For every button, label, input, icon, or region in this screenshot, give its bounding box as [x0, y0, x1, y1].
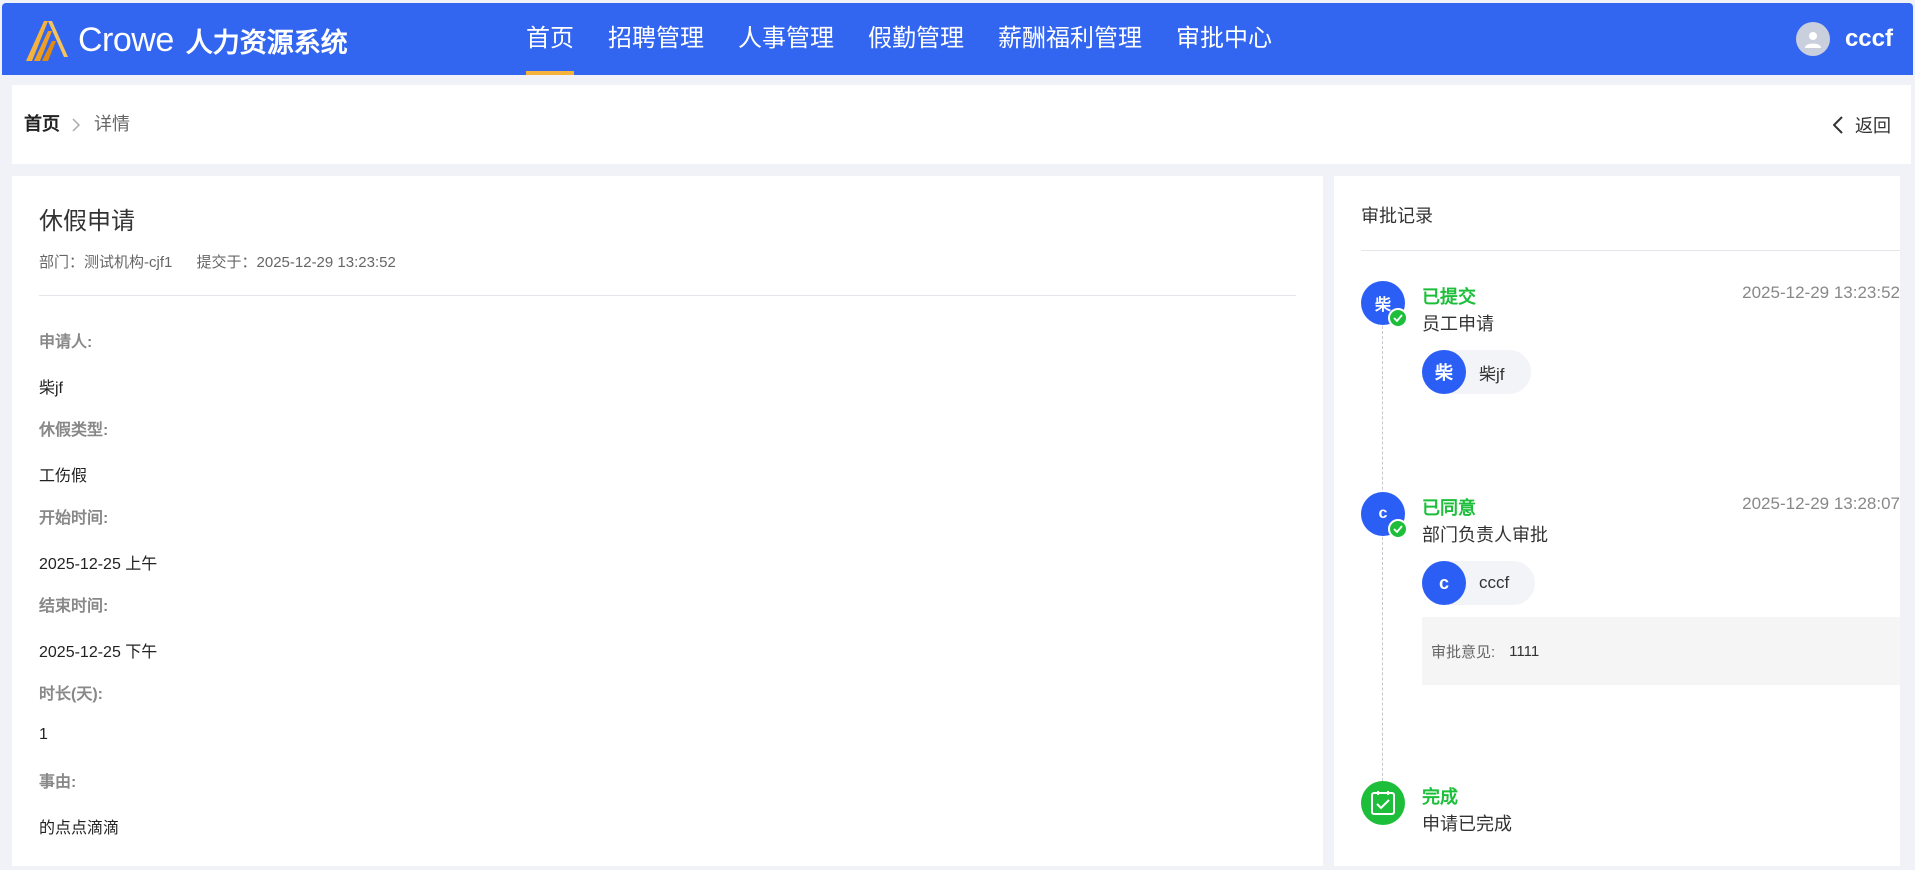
nav-recruitment[interactable]: 招聘管理: [608, 3, 704, 75]
field-label: 申请人:: [39, 334, 93, 351]
nav-attendance[interactable]: 假勤管理: [868, 3, 964, 75]
node-status: 完成: [1422, 787, 1458, 807]
field-value: 工伤假: [39, 468, 88, 485]
user-menu[interactable]: cccf: [1795, 22, 1893, 56]
avatar: 柴: [1422, 350, 1466, 394]
field-applicant: 申请人: 柴jf: [39, 328, 92, 398]
opinion-label: 审批意见:: [1431, 643, 1496, 661]
person-chip: 柴 柴jf: [1422, 350, 1531, 394]
back-label: 返回: [1855, 115, 1891, 136]
field-label: 时长(天):: [39, 686, 103, 703]
check-icon: [1388, 308, 1408, 328]
page-title: 休假申请: [39, 208, 135, 235]
field-label: 事由:: [39, 774, 77, 791]
user-avatar-icon[interactable]: [1795, 22, 1830, 56]
submitted-at: 提交于：2025-12-29 13:23:52: [196, 254, 396, 271]
avatar: c: [1422, 561, 1466, 605]
breadcrumb: 首页 详情: [24, 85, 130, 164]
node-desc: 申请已完成: [1422, 814, 1512, 834]
user-name[interactable]: cccf: [1845, 25, 1893, 53]
brand-name: Crowe: [78, 20, 174, 59]
field-end-time: 结束时间: 2025-12-25 下午: [39, 592, 157, 662]
check-icon: [1388, 519, 1408, 539]
detail-panel: 休假申请 部门：测试机构-cjf1 提交于：2025-12-29 13:23:5…: [12, 176, 1323, 866]
approval-title: 审批记录: [1361, 206, 1433, 226]
field-label: 休假类型:: [39, 422, 109, 439]
node-time: 2025-12-29 13:23:52: [1742, 283, 1900, 302]
field-duration: 时长(天): 1: [39, 680, 103, 744]
chevron-left-icon: [1833, 115, 1843, 134]
breadcrumb-bar: 首页 详情 返回: [12, 85, 1911, 164]
person-name: 柴jf: [1479, 364, 1505, 384]
node-time: 2025-12-29 13:28:07: [1742, 494, 1900, 513]
field-label: 开始时间:: [39, 510, 109, 527]
complete-icon: [1361, 781, 1405, 825]
breadcrumb-home[interactable]: 首页: [24, 85, 60, 164]
back-button[interactable]: 返回: [1833, 85, 1891, 164]
opinion-value: 1111: [1509, 642, 1540, 660]
field-leave-type: 休假类型: 工伤假: [39, 416, 108, 486]
nav-approval-center[interactable]: 审批中心: [1176, 3, 1272, 75]
person-name: cccf: [1479, 573, 1510, 592]
department: 部门：测试机构-cjf1: [39, 254, 173, 271]
breadcrumb-current: 详情: [94, 114, 130, 134]
field-value: 的点点滴滴: [39, 820, 120, 837]
node-desc: 部门负责人审批: [1422, 525, 1548, 545]
approval-node-complete: 完成 申请已完成: [1361, 781, 1900, 841]
approval-panel: 审批记录 柴 已提交 2025-12-29 13:23:52 员工申请 柴 柴j…: [1334, 176, 1900, 866]
chevron-right-icon: [72, 85, 82, 164]
node-desc: 员工申请: [1422, 314, 1494, 334]
field-value: 2025-12-25 上午: [39, 556, 158, 573]
field-label: 结束时间:: [39, 598, 109, 615]
approval-node-approved: c 已同意 2025-12-29 13:28:07 部门负责人审批 c cccf…: [1361, 492, 1900, 692]
nav-home[interactable]: 首页: [526, 3, 574, 75]
logo[interactable]: Crowe 人力资源系统: [22, 17, 348, 63]
main-nav: 首页 招聘管理 人事管理 假勤管理 薪酬福利管理 审批中心: [526, 3, 1306, 75]
nav-payroll[interactable]: 薪酬福利管理: [998, 3, 1142, 75]
crowe-logo-icon: [26, 21, 68, 61]
field-value: 1: [39, 726, 48, 743]
field-value: 柴jf: [39, 380, 64, 397]
approval-node-submitted: 柴 已提交 2025-12-29 13:23:52 员工申请 柴 柴jf: [1361, 281, 1900, 411]
node-status: 已提交: [1422, 287, 1476, 307]
person-chip: c cccf: [1422, 561, 1536, 605]
nav-personnel[interactable]: 人事管理: [738, 3, 834, 75]
node-status: 已同意: [1422, 498, 1476, 518]
field-reason: 事由: 的点点滴滴: [39, 768, 119, 838]
divider: [39, 295, 1296, 296]
approval-opinion: 审批意见: 1111: [1422, 617, 1900, 685]
system-name: 人力资源系统: [185, 27, 348, 58]
divider: [1361, 250, 1900, 251]
top-header: Crowe 人力资源系统 首页 招聘管理 人事管理 假勤管理 薪酬福利管理 审批…: [2, 3, 1913, 75]
field-start-time: 开始时间: 2025-12-25 上午: [39, 504, 157, 574]
detail-meta: 部门：测试机构-cjf1 提交于：2025-12-29 13:23:52: [39, 251, 416, 272]
field-value: 2025-12-25 下午: [39, 644, 158, 661]
